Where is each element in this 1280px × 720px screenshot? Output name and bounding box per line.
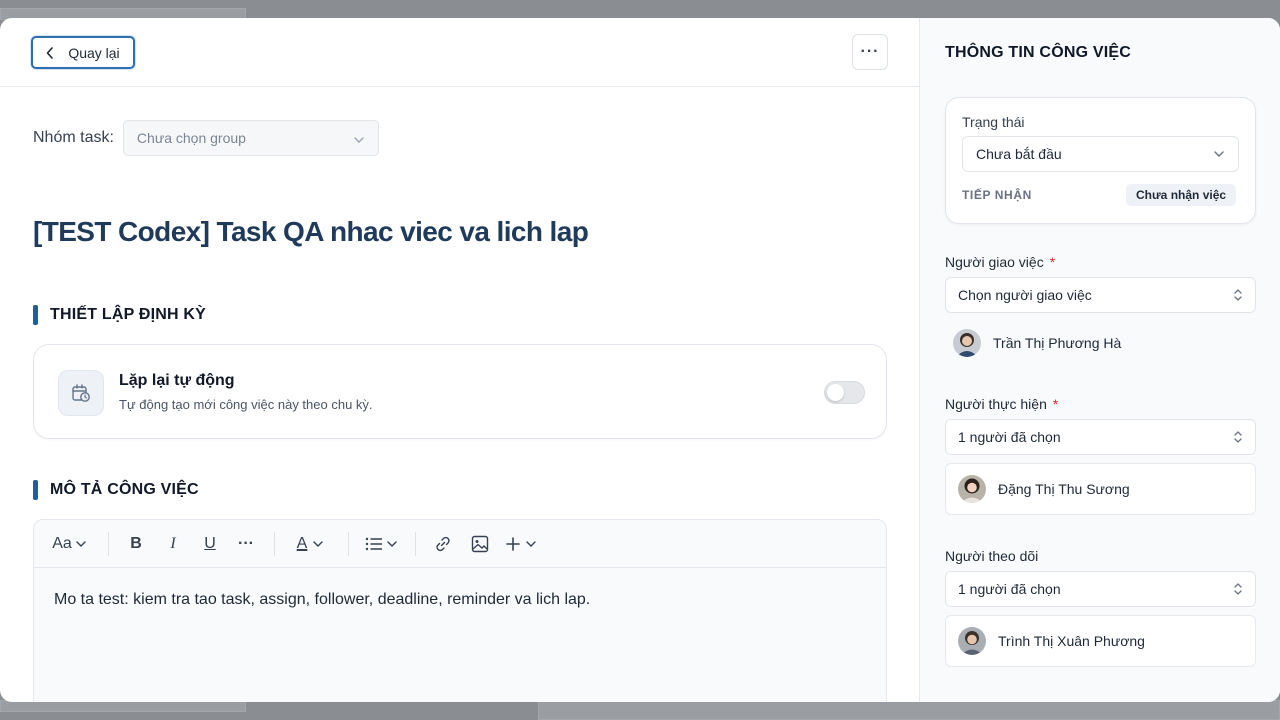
assignee-value: 1 người đã chọn xyxy=(958,429,1061,445)
bold-button[interactable]: B xyxy=(124,520,148,568)
image-button[interactable] xyxy=(468,520,492,568)
chevron-left-icon xyxy=(46,46,58,59)
back-button-label: Quay lại xyxy=(68,44,120,61)
font-size-button[interactable]: Aa xyxy=(49,520,89,568)
assignee-person[interactable]: Đặng Thị Thu Sương xyxy=(945,463,1256,515)
description-section-title: MÔ TẢ CÔNG VIỆC xyxy=(50,481,199,498)
task-info-sidebar: THÔNG TIN CÔNG VIỆC Trạng thái Chưa bắt … xyxy=(920,18,1280,702)
sidebar-title: THÔNG TIN CÔNG VIỆC xyxy=(945,44,1132,61)
ellipsis-icon: ··· xyxy=(860,43,880,60)
toolbar-divider xyxy=(108,532,109,556)
assignee-name: Đặng Thị Thu Sương xyxy=(998,481,1130,497)
modal-header: Quay lại ··· xyxy=(0,18,919,87)
avatar xyxy=(958,475,986,503)
follower-name: Trình Thị Xuân Phương xyxy=(998,633,1145,649)
text-color-icon: A xyxy=(296,535,308,552)
receive-status-badge: Chưa nhận việc xyxy=(1126,184,1237,206)
assignee-label-text: Người thực hiện xyxy=(945,396,1047,412)
follower-value: 1 người đã chọn xyxy=(958,581,1061,597)
backdrop-panel xyxy=(538,700,1280,720)
list-icon xyxy=(365,537,382,551)
task-detail-modal: Quay lại ··· Nhóm task: Chưa chọn group … xyxy=(0,18,1280,702)
chevron-down-icon xyxy=(387,541,397,547)
assigner-select[interactable]: Chọn người giao việc xyxy=(945,277,1256,313)
avatar xyxy=(958,627,986,655)
chevron-up-down-icon xyxy=(1234,431,1242,443)
follower-label: Người theo dõi xyxy=(945,548,1039,564)
auto-repeat-title: Lặp lại tự động xyxy=(119,372,235,389)
chevron-down-icon xyxy=(354,130,364,146)
required-mark: * xyxy=(1049,254,1056,270)
link-button[interactable] xyxy=(431,520,455,568)
section-accent-bar xyxy=(33,480,38,500)
description-section-header: MÔ TẢ CÔNG VIỆC xyxy=(33,480,199,500)
recurrence-section-header: THIẾT LẬP ĐỊNH KỲ xyxy=(33,305,206,325)
more-format-button[interactable]: ··· xyxy=(233,520,259,568)
list-button[interactable] xyxy=(361,520,401,568)
task-group-select[interactable]: Chưa chọn group xyxy=(122,120,379,156)
status-select[interactable]: Chưa bắt đầu xyxy=(962,136,1239,172)
toggle-knob xyxy=(827,384,844,401)
more-options-button[interactable]: ··· xyxy=(852,34,888,70)
assigner-label: Người giao việc * xyxy=(945,254,1055,270)
toolbar-divider xyxy=(348,532,349,556)
assigner-person[interactable]: Trần Thị Phương Hà xyxy=(945,317,1256,369)
assignee-select[interactable]: 1 người đã chọn xyxy=(945,419,1256,455)
assigner-label-text: Người giao việc xyxy=(945,254,1044,270)
calendar-clock-icon xyxy=(58,370,104,416)
back-button[interactable]: Quay lại xyxy=(31,36,135,69)
chevron-down-icon xyxy=(1214,151,1224,157)
auto-repeat-subtitle: Tự động tạo mới công việc này theo chu k… xyxy=(119,397,373,412)
description-content[interactable]: Mo ta test: kiem tra tao task, assign, f… xyxy=(34,568,886,632)
status-label: Trạng thái xyxy=(962,114,1025,130)
section-accent-bar xyxy=(33,305,38,325)
status-value: Chưa bắt đầu xyxy=(976,146,1062,162)
required-mark: * xyxy=(1052,396,1059,412)
underline-button[interactable]: U xyxy=(198,520,222,568)
status-card: Trạng thái Chưa bắt đầu TIẾP NHẬN Chưa n… xyxy=(945,97,1256,224)
follower-select[interactable]: 1 người đã chọn xyxy=(945,571,1256,607)
italic-button[interactable]: I xyxy=(161,520,185,568)
link-icon xyxy=(436,536,450,552)
assigner-name: Trần Thị Phương Hà xyxy=(993,335,1122,351)
plus-icon xyxy=(506,537,520,551)
receive-label: TIẾP NHẬN xyxy=(962,188,1032,202)
task-group-placeholder: Chưa chọn group xyxy=(136,130,246,146)
assignee-label: Người thực hiện * xyxy=(945,396,1058,412)
chevron-down-icon xyxy=(526,541,536,547)
chevron-up-down-icon xyxy=(1234,583,1242,595)
editor-toolbar: Aa B I U ··· A xyxy=(34,520,886,568)
font-size-label: Aa xyxy=(52,535,72,552)
follower-person[interactable]: Trình Thị Xuân Phương xyxy=(945,615,1256,667)
chevron-up-down-icon xyxy=(1234,289,1242,301)
description-editor: Aa B I U ··· A Mo ta test: kiem tra tao … xyxy=(33,519,887,702)
insert-button[interactable] xyxy=(503,520,539,568)
auto-repeat-card: Lặp lại tự động Tự động tạo mới công việ… xyxy=(33,344,887,439)
assigner-placeholder: Chọn người giao việc xyxy=(958,287,1092,303)
avatar xyxy=(953,329,981,357)
toolbar-divider xyxy=(274,532,275,556)
image-icon xyxy=(471,535,489,553)
task-group-row: Nhóm task: Chưa chọn group xyxy=(33,120,379,156)
toolbar-divider xyxy=(415,532,416,556)
task-main-panel: Quay lại ··· Nhóm task: Chưa chọn group … xyxy=(0,18,920,702)
auto-repeat-toggle[interactable] xyxy=(824,381,865,404)
text-color-button[interactable]: A xyxy=(290,520,330,568)
task-title[interactable]: [TEST Codex] Task QA nhac viec va lich l… xyxy=(33,216,589,248)
chevron-down-icon xyxy=(76,541,86,547)
task-group-label: Nhóm task: xyxy=(33,129,114,146)
recurrence-section-title: THIẾT LẬP ĐỊNH KỲ xyxy=(50,306,207,323)
chevron-down-icon xyxy=(313,541,324,547)
